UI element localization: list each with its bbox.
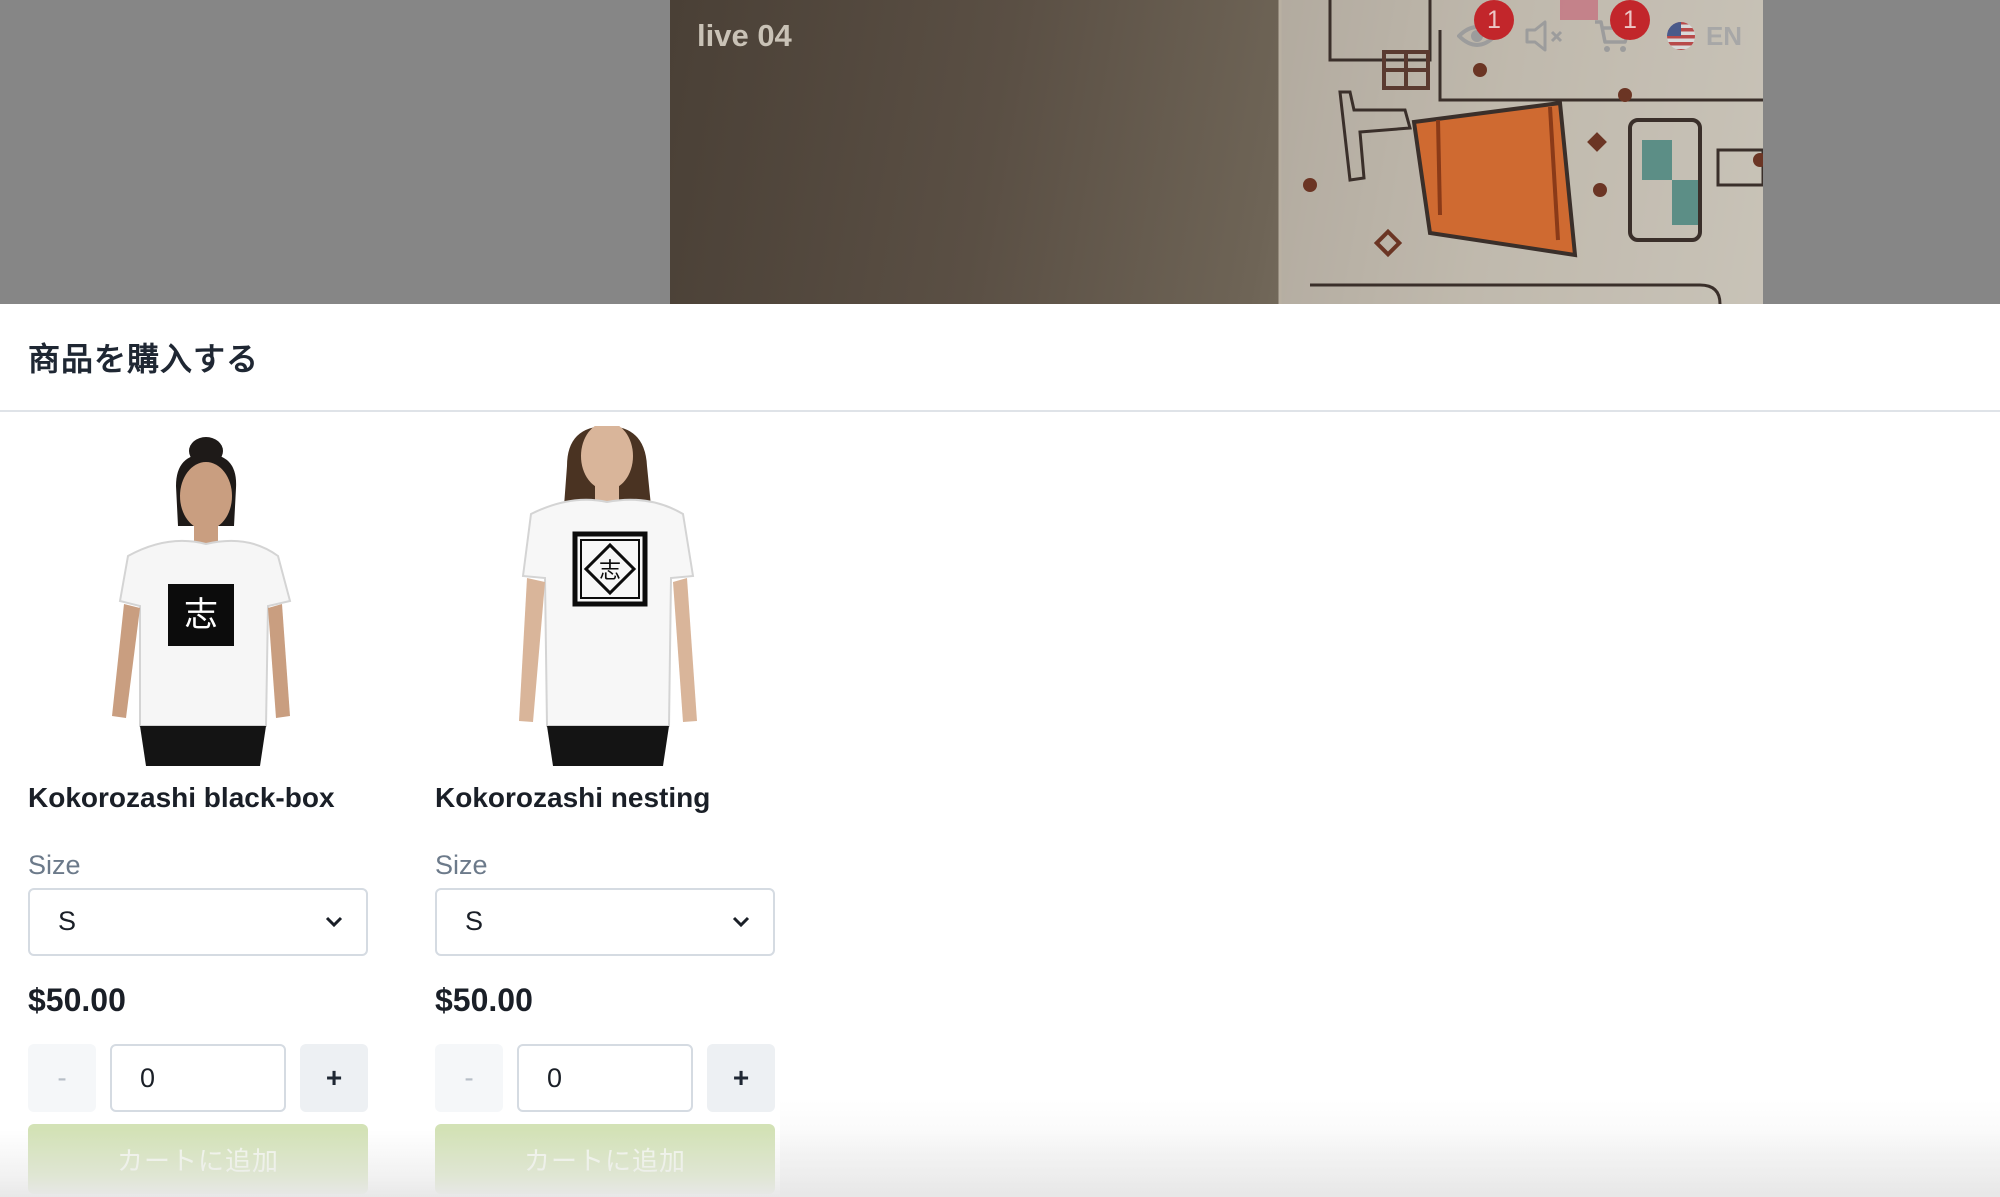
quantity-input[interactable]: 0 (110, 1044, 286, 1112)
add-to-cart-button[interactable]: カートに追加 (435, 1124, 775, 1194)
video-area: live 04 1 1 EN (0, 0, 2000, 304)
us-flag-icon (1666, 22, 1695, 50)
product-name: Kokorozashi black-box (28, 782, 335, 813)
shop-panel-header: 商品を購入する (0, 304, 2000, 412)
product-name: Kokorozashi nesting (435, 782, 711, 813)
chevron-down-icon (325, 916, 343, 928)
product-glyph: 志 (184, 595, 218, 635)
language-selector[interactable]: EN (1654, 14, 1754, 58)
size-select-value: S (465, 906, 484, 936)
quantity-decrement-button[interactable]: - (435, 1044, 503, 1112)
product-image[interactable]: 志 (28, 426, 368, 766)
bottom-fade-overlay (780, 1100, 2000, 1197)
quantity-input[interactable]: 0 (517, 1044, 693, 1112)
size-label: Size (435, 850, 488, 880)
quantity-increment-button[interactable]: + (707, 1044, 775, 1112)
quantity-increment-button[interactable]: + (300, 1044, 368, 1112)
muted-speaker-icon (1525, 20, 1563, 52)
cart-count-badge: 1 (1610, 0, 1650, 40)
product-price: $50.00 (28, 982, 126, 1018)
product-glyph: 志 (599, 559, 621, 584)
quantity-value: 0 (140, 1063, 156, 1093)
viewer-count: 1 (1452, 0, 1514, 58)
stream-title: live 04 (697, 18, 792, 53)
size-select-value: S (58, 906, 77, 936)
mute-toggle[interactable] (1520, 14, 1570, 58)
chevron-down-icon (732, 916, 750, 928)
product-image[interactable]: 志 (435, 426, 775, 766)
size-select[interactable]: S (28, 888, 368, 956)
size-select[interactable]: S (435, 888, 775, 956)
panel-title: 商品を購入する (28, 340, 260, 378)
viewer-count-badge: 1 (1474, 0, 1514, 40)
quantity-decrement-button[interactable]: - (28, 1044, 96, 1112)
size-label: Size (28, 850, 81, 880)
language-label: EN (1705, 20, 1743, 51)
product-price: $50.00 (435, 982, 533, 1018)
add-to-cart-button[interactable]: カートに追加 (28, 1124, 368, 1194)
quantity-value: 0 (547, 1063, 563, 1093)
cart-button[interactable]: 1 (1588, 0, 1650, 58)
